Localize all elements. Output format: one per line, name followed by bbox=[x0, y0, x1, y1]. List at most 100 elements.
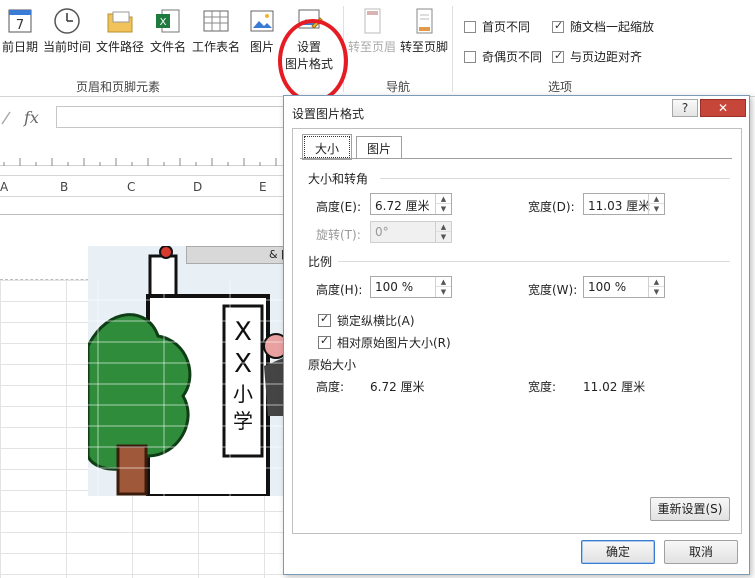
help-button[interactable]: ? bbox=[672, 99, 698, 117]
goto-header-button[interactable]: 转至页眉 bbox=[346, 6, 398, 55]
header-section-box[interactable]: & [ bbox=[186, 246, 290, 264]
tab-picture[interactable]: 图片 bbox=[356, 136, 403, 158]
close-button[interactable]: ✕ bbox=[700, 99, 746, 117]
spinner-arrows[interactable]: ▲ ▼ bbox=[435, 277, 451, 297]
option-label: 奇偶页不同 bbox=[482, 50, 543, 64]
original-height-label: 高度: bbox=[316, 380, 345, 394]
screen: { "ribbon": { "buttons": [ {"label": "前日… bbox=[0, 0, 755, 578]
height-label: 高度(E): bbox=[316, 200, 361, 214]
svg-text:X: X bbox=[160, 17, 167, 28]
picture-label: 图片 bbox=[249, 40, 274, 54]
ruler bbox=[0, 148, 290, 166]
spinner-arrows[interactable]: ▲ ▼ bbox=[435, 194, 451, 214]
reset-button[interactable]: 重新设置(S) bbox=[650, 497, 730, 521]
arrow-up-icon[interactable]: ▲ bbox=[436, 194, 451, 204]
checkbox-checked[interactable] bbox=[552, 19, 564, 33]
scale-width-spinner[interactable]: 100 % ▲ ▼ bbox=[583, 276, 665, 298]
arrow-down-icon[interactable]: ▼ bbox=[649, 204, 664, 214]
column-header[interactable]: A bbox=[0, 180, 8, 194]
option-align-with-margins[interactable]: 与页边距对齐 bbox=[552, 48, 642, 65]
folder-icon bbox=[105, 6, 135, 36]
arrow-up-icon[interactable]: ▲ bbox=[649, 194, 664, 204]
scale-width-value: 100 % bbox=[588, 280, 627, 294]
file-path-label: 文件路径 bbox=[95, 40, 144, 54]
file-name-button[interactable]: X 文件名 bbox=[148, 6, 188, 55]
arrow-up-icon[interactable]: ▲ bbox=[436, 277, 451, 287]
sheet-name-label: 工作表名 bbox=[191, 40, 240, 54]
option-label: 首页不同 bbox=[482, 20, 531, 34]
original-width-label: 宽度: bbox=[528, 380, 557, 394]
width-spinner[interactable]: 11.03 厘米 ▲ ▼ bbox=[583, 193, 665, 215]
group-separator bbox=[452, 6, 453, 92]
goto-footer-button[interactable]: 转至页脚 bbox=[398, 6, 450, 55]
option-label: 随文档一起缩放 bbox=[570, 20, 655, 34]
section-divider bbox=[338, 261, 730, 262]
scale-height-spinner[interactable]: 100 % ▲ ▼ bbox=[370, 276, 452, 298]
arrow-up-icon: ▲ bbox=[436, 222, 451, 232]
checkbox-checked[interactable] bbox=[552, 49, 564, 63]
cancel-button[interactable]: 取消 bbox=[664, 540, 738, 564]
current-date-label: 前日期 bbox=[1, 40, 38, 54]
arrow-down-icon[interactable]: ▼ bbox=[436, 287, 451, 297]
formula-input[interactable] bbox=[56, 106, 296, 128]
spinner-arrows: ▲ ▼ bbox=[435, 222, 451, 242]
group-label-elements: 页眉和页脚元素 bbox=[76, 80, 161, 94]
group-label-navigation: 导航 bbox=[386, 80, 411, 94]
sheet-name-button[interactable]: 工作表名 bbox=[190, 6, 242, 55]
rotation-value: 0° bbox=[375, 225, 389, 239]
checkbox-checked[interactable] bbox=[318, 312, 331, 327]
picture-button[interactable]: 图片 bbox=[246, 6, 278, 55]
section-divider bbox=[380, 178, 730, 179]
highlight-circle bbox=[278, 19, 348, 103]
column-header[interactable]: D bbox=[193, 180, 202, 194]
scale-height-value: 100 % bbox=[375, 280, 414, 294]
arrow-down-icon: ▼ bbox=[440, 233, 447, 241]
current-time-button[interactable]: 当前时间 bbox=[42, 6, 92, 55]
checkbox-checked[interactable] bbox=[318, 334, 331, 349]
dialog-title: 设置图片格式 bbox=[292, 107, 365, 121]
rotation-spinner: 0° ▲ ▼ bbox=[370, 221, 452, 243]
arrow-up-icon[interactable]: ▲ bbox=[649, 277, 664, 287]
svg-text:7: 7 bbox=[16, 18, 24, 33]
column-header[interactable]: E bbox=[259, 180, 267, 194]
section-original-size: 原始大小 bbox=[308, 358, 357, 372]
svg-text:X: X bbox=[234, 349, 252, 379]
rotation-label: 旋转(T): bbox=[316, 228, 361, 242]
calendar-icon: 7 bbox=[5, 6, 35, 36]
spinner-arrows[interactable]: ▲ ▼ bbox=[648, 194, 664, 214]
check-icon bbox=[1, 111, 11, 125]
header-picture[interactable]: X X 小 学 bbox=[88, 246, 288, 496]
file-path-button[interactable]: 文件路径 bbox=[94, 6, 146, 55]
option-different-first-page[interactable]: 首页不同 bbox=[464, 18, 530, 35]
dialog-body bbox=[292, 128, 742, 534]
svg-text:学: 学 bbox=[233, 409, 253, 433]
file-name-label: 文件名 bbox=[149, 40, 186, 54]
lock-aspect-ratio-label: 锁定纵横比(A) bbox=[337, 314, 415, 328]
cartoon-picture: X X 小 学 bbox=[88, 246, 288, 496]
option-label: 与页边距对齐 bbox=[570, 50, 643, 64]
column-header[interactable]: C bbox=[127, 180, 135, 194]
section-size-rotate: 大小和转角 bbox=[308, 172, 369, 186]
group-label-options: 选项 bbox=[548, 80, 573, 94]
width-label: 宽度(D): bbox=[528, 200, 575, 214]
option-different-odd-even[interactable]: 奇偶页不同 bbox=[464, 48, 542, 65]
arrow-down-icon[interactable]: ▼ bbox=[649, 287, 664, 297]
ribbon: 7 前日期 当前时间 文件路径 X 文件名 工作表名 图片 设置 图片格式 转至… bbox=[0, 0, 755, 97]
checkbox[interactable] bbox=[464, 20, 476, 33]
arrow-down-icon[interactable]: ▼ bbox=[436, 204, 451, 214]
goto-header-icon bbox=[357, 6, 387, 36]
lock-aspect-ratio-checkbox[interactable]: 锁定纵横比(A) bbox=[318, 312, 415, 329]
current-date-button[interactable]: 7 前日期 bbox=[0, 6, 40, 55]
option-scale-with-document[interactable]: 随文档一起缩放 bbox=[552, 18, 654, 35]
spinner-arrows[interactable]: ▲ ▼ bbox=[648, 277, 664, 297]
tab-size[interactable]: 大小 bbox=[301, 134, 353, 160]
height-value: 6.72 厘米 bbox=[375, 199, 430, 213]
excel-file-icon: X bbox=[153, 6, 183, 36]
column-header[interactable]: B bbox=[60, 180, 68, 194]
function-icon[interactable]: fx bbox=[24, 108, 39, 127]
ok-button[interactable]: 确定 bbox=[581, 540, 655, 564]
tab-divider bbox=[300, 158, 732, 159]
height-spinner[interactable]: 6.72 厘米 ▲ ▼ bbox=[370, 193, 452, 215]
checkbox[interactable] bbox=[464, 50, 476, 63]
relative-original-checkbox[interactable]: 相对原始图片大小(R) bbox=[318, 334, 451, 351]
